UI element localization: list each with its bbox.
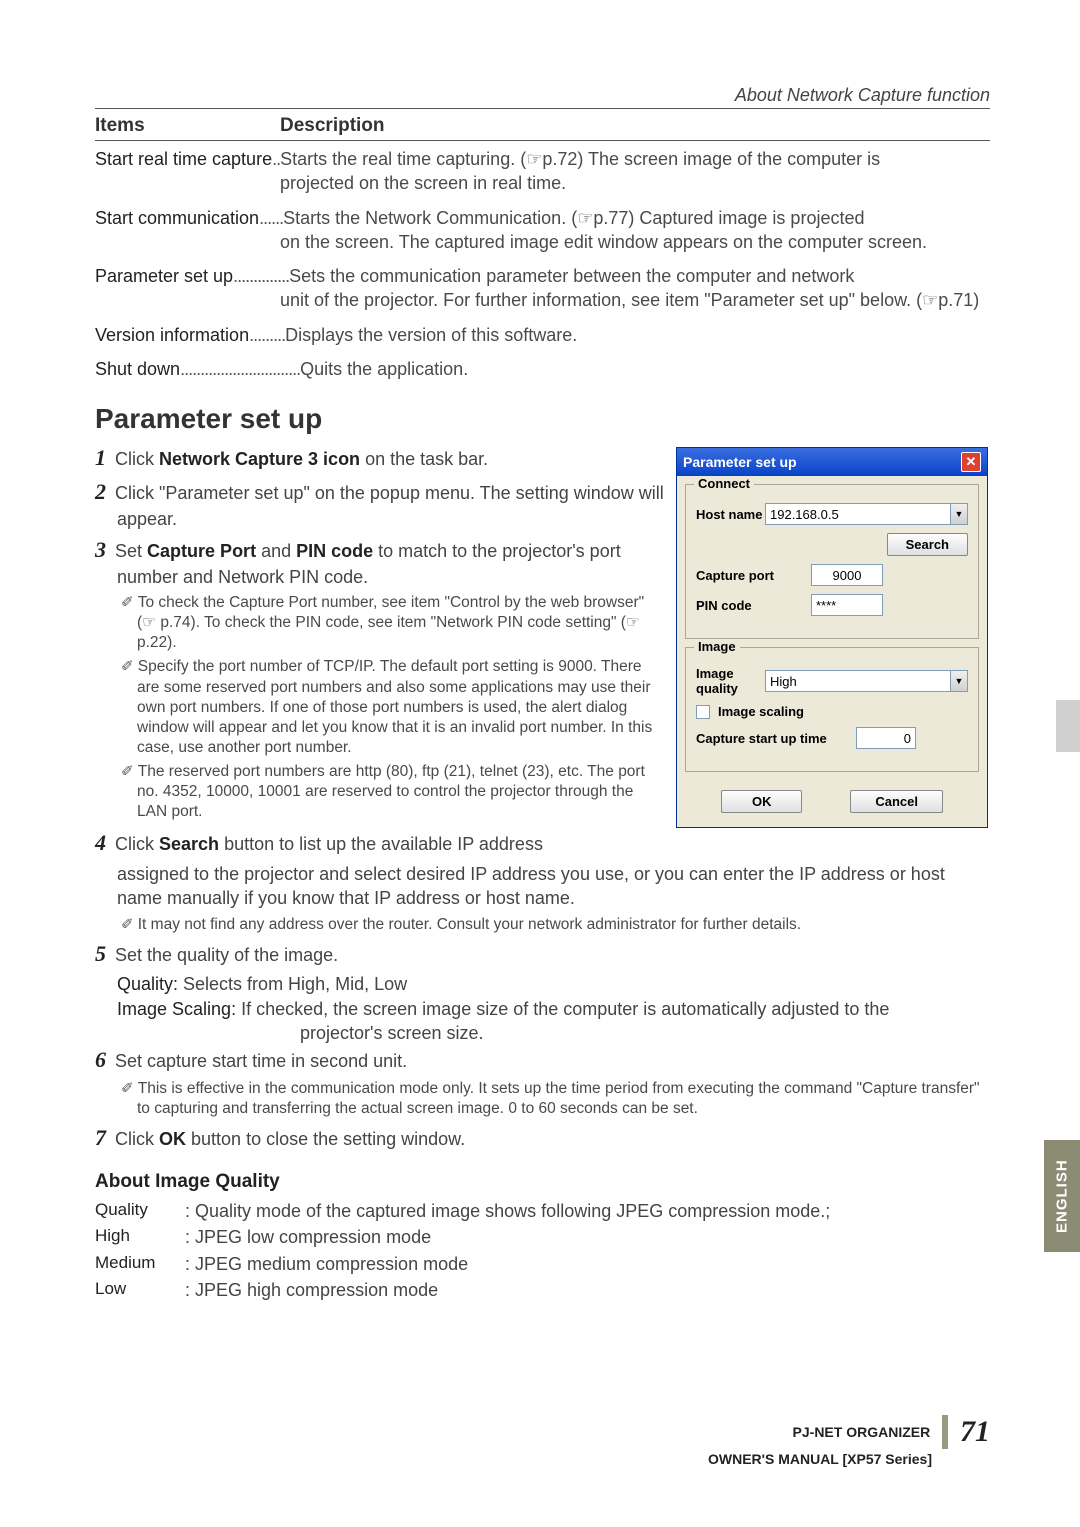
step-4: 4 Click Search button to list up the ava… [95, 828, 990, 858]
col-items: Items [95, 115, 280, 137]
item-desc: Starts the Network Communication. (☞p.77… [283, 208, 864, 228]
note: ✐ It may not find any address over the r… [95, 915, 990, 935]
table-row: Start communication......Starts the Netw… [95, 206, 990, 255]
image-legend: Image [694, 639, 740, 654]
step-2: 2 Click "Parameter set up" on the popup … [95, 477, 664, 531]
iq-row: High: JPEG low compression mode [95, 1225, 990, 1249]
chevron-down-icon[interactable]: ▼ [950, 670, 968, 692]
item-desc-cont: unit of the projector. For further infor… [95, 288, 990, 312]
item-label: Shut down [95, 359, 180, 379]
language-tab: ENGLISH [1044, 1140, 1080, 1252]
imagescaling-label: Image scaling [718, 704, 804, 719]
imagequality-input[interactable] [765, 670, 950, 692]
step-5-scaling-cont: projector's screen size. [95, 1021, 990, 1045]
parameter-setup-dialog: Parameter set up ✕ Connect Host name ▼ S… [676, 447, 988, 828]
items-table-header: Items Description [95, 115, 990, 141]
note: ✐ To check the Capture Port number, see … [95, 593, 664, 653]
step-5-scaling: Image Scaling: If checked, the screen im… [95, 997, 990, 1021]
table-row: Shut down..............................Q… [95, 357, 990, 381]
search-button[interactable]: Search [887, 533, 968, 556]
pincode-input[interactable] [811, 594, 883, 616]
note: ✐ Specify the port number of TCP/IP. The… [95, 657, 664, 758]
item-desc-cont: on the screen. The captured image edit w… [95, 230, 990, 254]
table-row: Start real time capture..Starts the real… [95, 147, 990, 196]
step-5-quality: Quality: Selects from High, Mid, Low [95, 972, 990, 996]
iq-row: Low: JPEG high compression mode [95, 1278, 990, 1302]
step-5: 5 Set the quality of the image. [95, 939, 990, 969]
hostname-label: Host name [696, 507, 765, 522]
hostname-input[interactable] [765, 503, 950, 525]
step-4-cont: assigned to the projector and select des… [95, 862, 990, 911]
chevron-down-icon[interactable]: ▼ [950, 503, 968, 525]
captureport-label: Capture port [696, 568, 811, 583]
item-desc: Sets the communication parameter between… [289, 266, 854, 286]
step-6: 6 Set capture start time in second unit. [95, 1045, 990, 1075]
note: ✐ This is effective in the communication… [95, 1079, 990, 1119]
imagequality-combo[interactable]: ▼ [765, 670, 968, 692]
close-button[interactable]: ✕ [961, 452, 981, 472]
item-desc: Displays the version of this software. [285, 325, 577, 345]
item-desc-cont: projected on the screen in real time. [95, 171, 990, 195]
connect-legend: Connect [694, 476, 754, 491]
item-desc: Starts the real time capturing. (☞p.72) … [280, 149, 880, 169]
item-label: Parameter set up [95, 266, 233, 286]
iq-row: Medium: JPEG medium compression mode [95, 1252, 990, 1276]
ok-button[interactable]: OK [721, 790, 803, 813]
startuptime-label: Capture start up time [696, 731, 856, 746]
startuptime-input[interactable] [856, 727, 916, 749]
dialog-title: Parameter set up [683, 454, 797, 470]
items-table: Start real time capture..Starts the real… [95, 147, 990, 381]
cancel-button[interactable]: Cancel [850, 790, 943, 813]
step-3: 3 Set Capture Port and PIN code to match… [95, 535, 664, 589]
about-image-quality-title: About Image Quality [95, 1171, 990, 1193]
note: ✐ The reserved port numbers are http (80… [95, 762, 664, 822]
step-1: 1 Click Network Capture 3 icon on the ta… [95, 443, 664, 473]
table-row: Parameter set up..............Sets the c… [95, 264, 990, 313]
page-number: 71 [960, 1415, 990, 1449]
step-7: 7 Click OK button to close the setting w… [95, 1123, 990, 1153]
footer-subtitle: OWNER'S MANUAL [XP57 Series] [708, 1451, 990, 1467]
pincode-label: PIN code [696, 598, 811, 613]
page-footer: PJ-NET ORGANIZER 71 OWNER'S MANUAL [XP57… [708, 1415, 990, 1467]
connect-group: Connect Host name ▼ Search Capture port [685, 484, 979, 639]
item-label: Start real time capture [95, 149, 272, 169]
hostname-combo[interactable]: ▼ [765, 503, 968, 525]
image-group: Image Image quality ▼ Image scaling Capt… [685, 647, 979, 772]
table-row: Version information.........Displays the… [95, 323, 990, 347]
footer-divider [942, 1415, 948, 1449]
close-icon: ✕ [966, 454, 977, 470]
footer-title: PJ-NET ORGANIZER [793, 1424, 931, 1440]
dialog-titlebar[interactable]: Parameter set up ✕ [677, 448, 987, 476]
breadcrumb: About Network Capture function [95, 85, 990, 109]
item-label: Version information [95, 325, 249, 345]
imagequality-label: Image quality [696, 666, 765, 696]
item-label: Start communication [95, 208, 259, 228]
side-marker [1056, 700, 1080, 752]
captureport-input[interactable] [811, 564, 883, 586]
iq-row: Quality: Quality mode of the captured im… [95, 1199, 990, 1223]
imagescaling-checkbox[interactable] [696, 705, 710, 719]
col-description: Description [280, 115, 990, 137]
section-title: Parameter set up [95, 403, 990, 435]
item-desc: Quits the application. [300, 359, 468, 379]
